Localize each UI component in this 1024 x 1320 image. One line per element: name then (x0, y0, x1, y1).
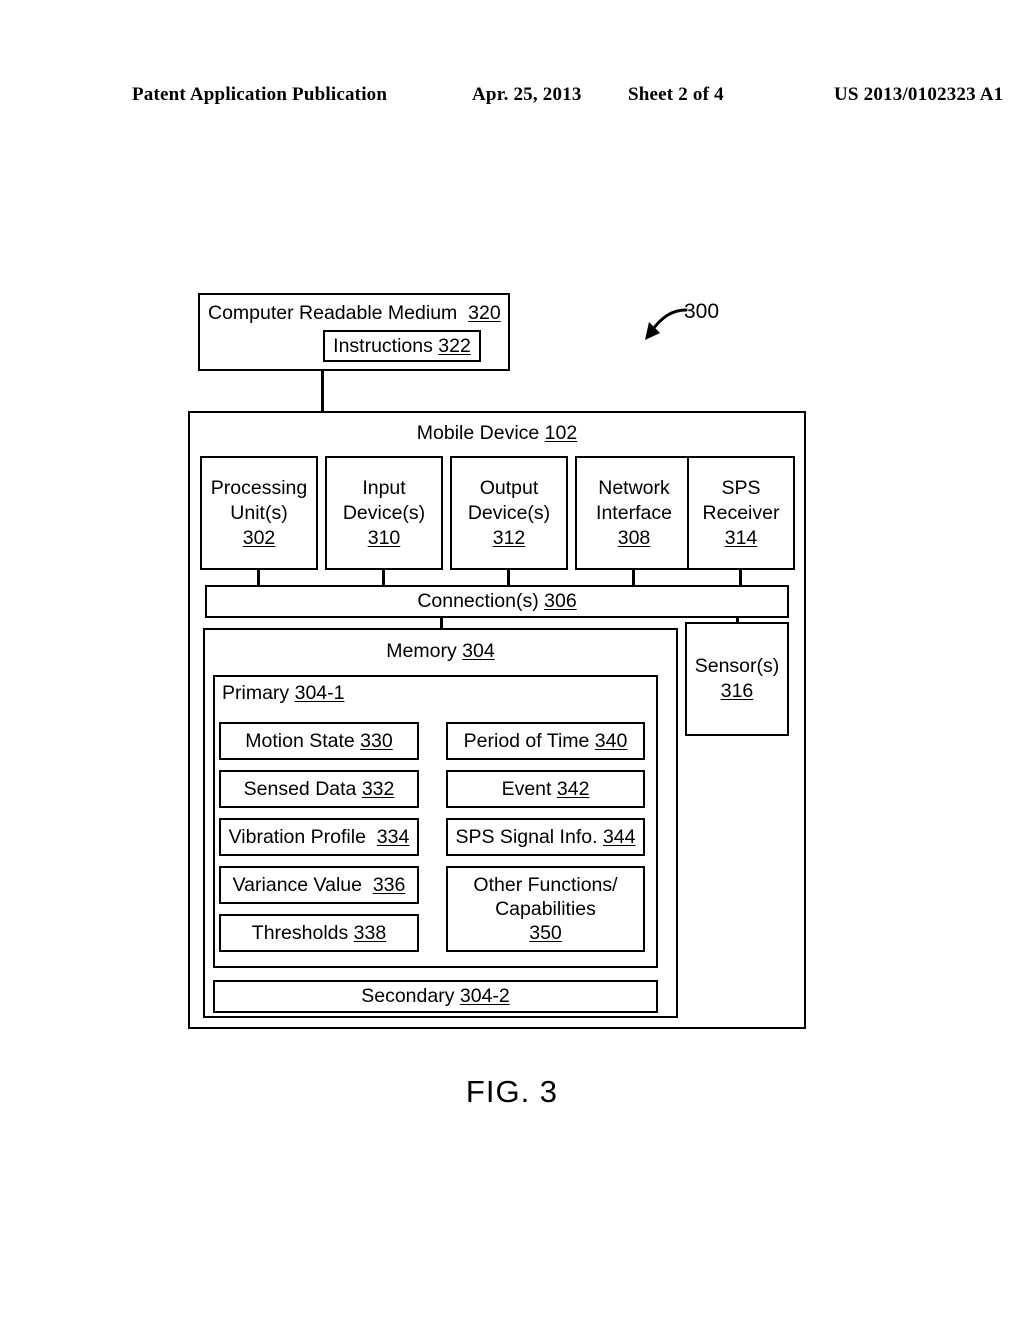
figure-3-diagram: 300 Computer Readable Medium 320 Instruc… (0, 0, 1024, 1320)
network-interface-ref: 308 (617, 526, 651, 549)
memory-title-text: Memory (386, 640, 457, 662)
network-interface-label: Network Interface 308 (575, 456, 693, 570)
processing-units-label: Processing Unit(s) 302 (200, 456, 318, 570)
memory-title-ref: 304 (462, 640, 495, 662)
primary-memory-label: Primary 304-1 (222, 681, 344, 706)
sps-receiver-ref: 314 (724, 526, 758, 549)
memory-item-other-functions: Other Functions/ Capabilities 350 (446, 866, 645, 952)
instructions-label-text: Instructions (333, 334, 433, 357)
output-devices-line2: Device(s) (467, 501, 551, 524)
sps-receiver-line1: SPS (721, 476, 761, 499)
memory-item-sps-signal-info: SPS Signal Info. 344 (446, 818, 645, 856)
input-devices-line1: Input (362, 476, 406, 499)
crm-title-ref: 320 (468, 302, 501, 324)
memory-item-event: Event 342 (446, 770, 645, 808)
primary-memory-ref: 304-1 (294, 682, 345, 704)
motion-state-label: Motion State (245, 730, 355, 752)
connections-label: Connection(s) 306 (205, 585, 789, 618)
thresholds-label: Thresholds (251, 922, 349, 944)
memory-item-motion-state: Motion State 330 (219, 722, 419, 760)
output-devices-label: Output Device(s) 312 (450, 456, 568, 570)
mobile-device-title-text: Mobile Device (416, 421, 540, 444)
primary-memory-label-text: Primary (222, 682, 290, 704)
motion-state-ref: 330 (360, 730, 393, 752)
processing-units-line2: Unit(s) (230, 501, 288, 524)
input-devices-line2: Device(s) (342, 501, 426, 524)
instructions-ref: 322 (438, 334, 471, 357)
vibration-profile-ref: 334 (376, 826, 410, 848)
reference-numeral-300: 300 (684, 300, 720, 323)
other-functions-ref: 350 (529, 922, 562, 944)
figure-caption: FIG. 3 (465, 1074, 559, 1109)
memory-title: Memory 304 (203, 638, 678, 665)
period-of-time-label: Period of Time (463, 730, 590, 752)
instructions-label: Instructions 322 (323, 330, 481, 362)
variance-value-ref: 336 (372, 874, 406, 896)
sps-receiver-line2: Receiver (702, 501, 780, 524)
network-interface-line2: Interface (596, 501, 672, 524)
memory-item-variance-value: Variance Value 336 (219, 866, 419, 904)
connections-label-text: Connection(s) (417, 590, 539, 612)
input-devices-label: Input Device(s) 310 (325, 456, 443, 570)
memory-item-vibration-profile: Vibration Profile 334 (219, 818, 419, 856)
period-of-time-ref: 340 (594, 730, 628, 752)
crm-title: Computer Readable Medium 320 (208, 301, 504, 326)
input-devices-ref: 310 (367, 526, 401, 549)
secondary-memory-ref: 304-2 (459, 985, 510, 1007)
vibration-profile-label: Vibration Profile (228, 826, 366, 848)
variance-value-label: Variance Value (232, 874, 362, 896)
secondary-memory-label-text: Secondary (361, 985, 455, 1007)
secondary-memory-label: Secondary 304-2 (213, 980, 658, 1013)
sps-signal-info-label: SPS Signal Info. (455, 826, 598, 848)
event-ref: 342 (556, 778, 590, 800)
connections-ref: 306 (544, 590, 577, 612)
other-functions-line2: Capabilities (495, 898, 596, 920)
processing-units-ref: 302 (242, 526, 276, 549)
other-functions-line1: Other Functions/ (473, 874, 618, 896)
sps-signal-info-ref: 344 (602, 826, 636, 848)
crm-title-text: Computer Readable Medium (208, 302, 458, 324)
processing-units-line1: Processing (210, 476, 308, 499)
memory-item-sensed-data: Sensed Data 332 (219, 770, 419, 808)
sensed-data-label: Sensed Data (243, 778, 357, 800)
sensors-label: Sensor(s) 316 (685, 622, 789, 736)
reference-arrow-300-icon (645, 308, 688, 340)
network-interface-line1: Network (598, 476, 670, 499)
mobile-device-title: Mobile Device 102 (188, 419, 806, 447)
sensors-ref: 316 (720, 680, 754, 702)
sensed-data-ref: 332 (361, 778, 395, 800)
memory-item-period-of-time: Period of Time 340 (446, 722, 645, 760)
output-devices-ref: 312 (492, 526, 526, 549)
sps-receiver-label: SPS Receiver 314 (687, 456, 795, 570)
thresholds-ref: 338 (353, 922, 387, 944)
sensors-label-text: Sensor(s) (694, 655, 780, 677)
memory-item-thresholds: Thresholds 338 (219, 914, 419, 952)
mobile-device-title-ref: 102 (544, 421, 578, 444)
event-label: Event (501, 778, 552, 800)
output-devices-line1: Output (479, 476, 539, 499)
